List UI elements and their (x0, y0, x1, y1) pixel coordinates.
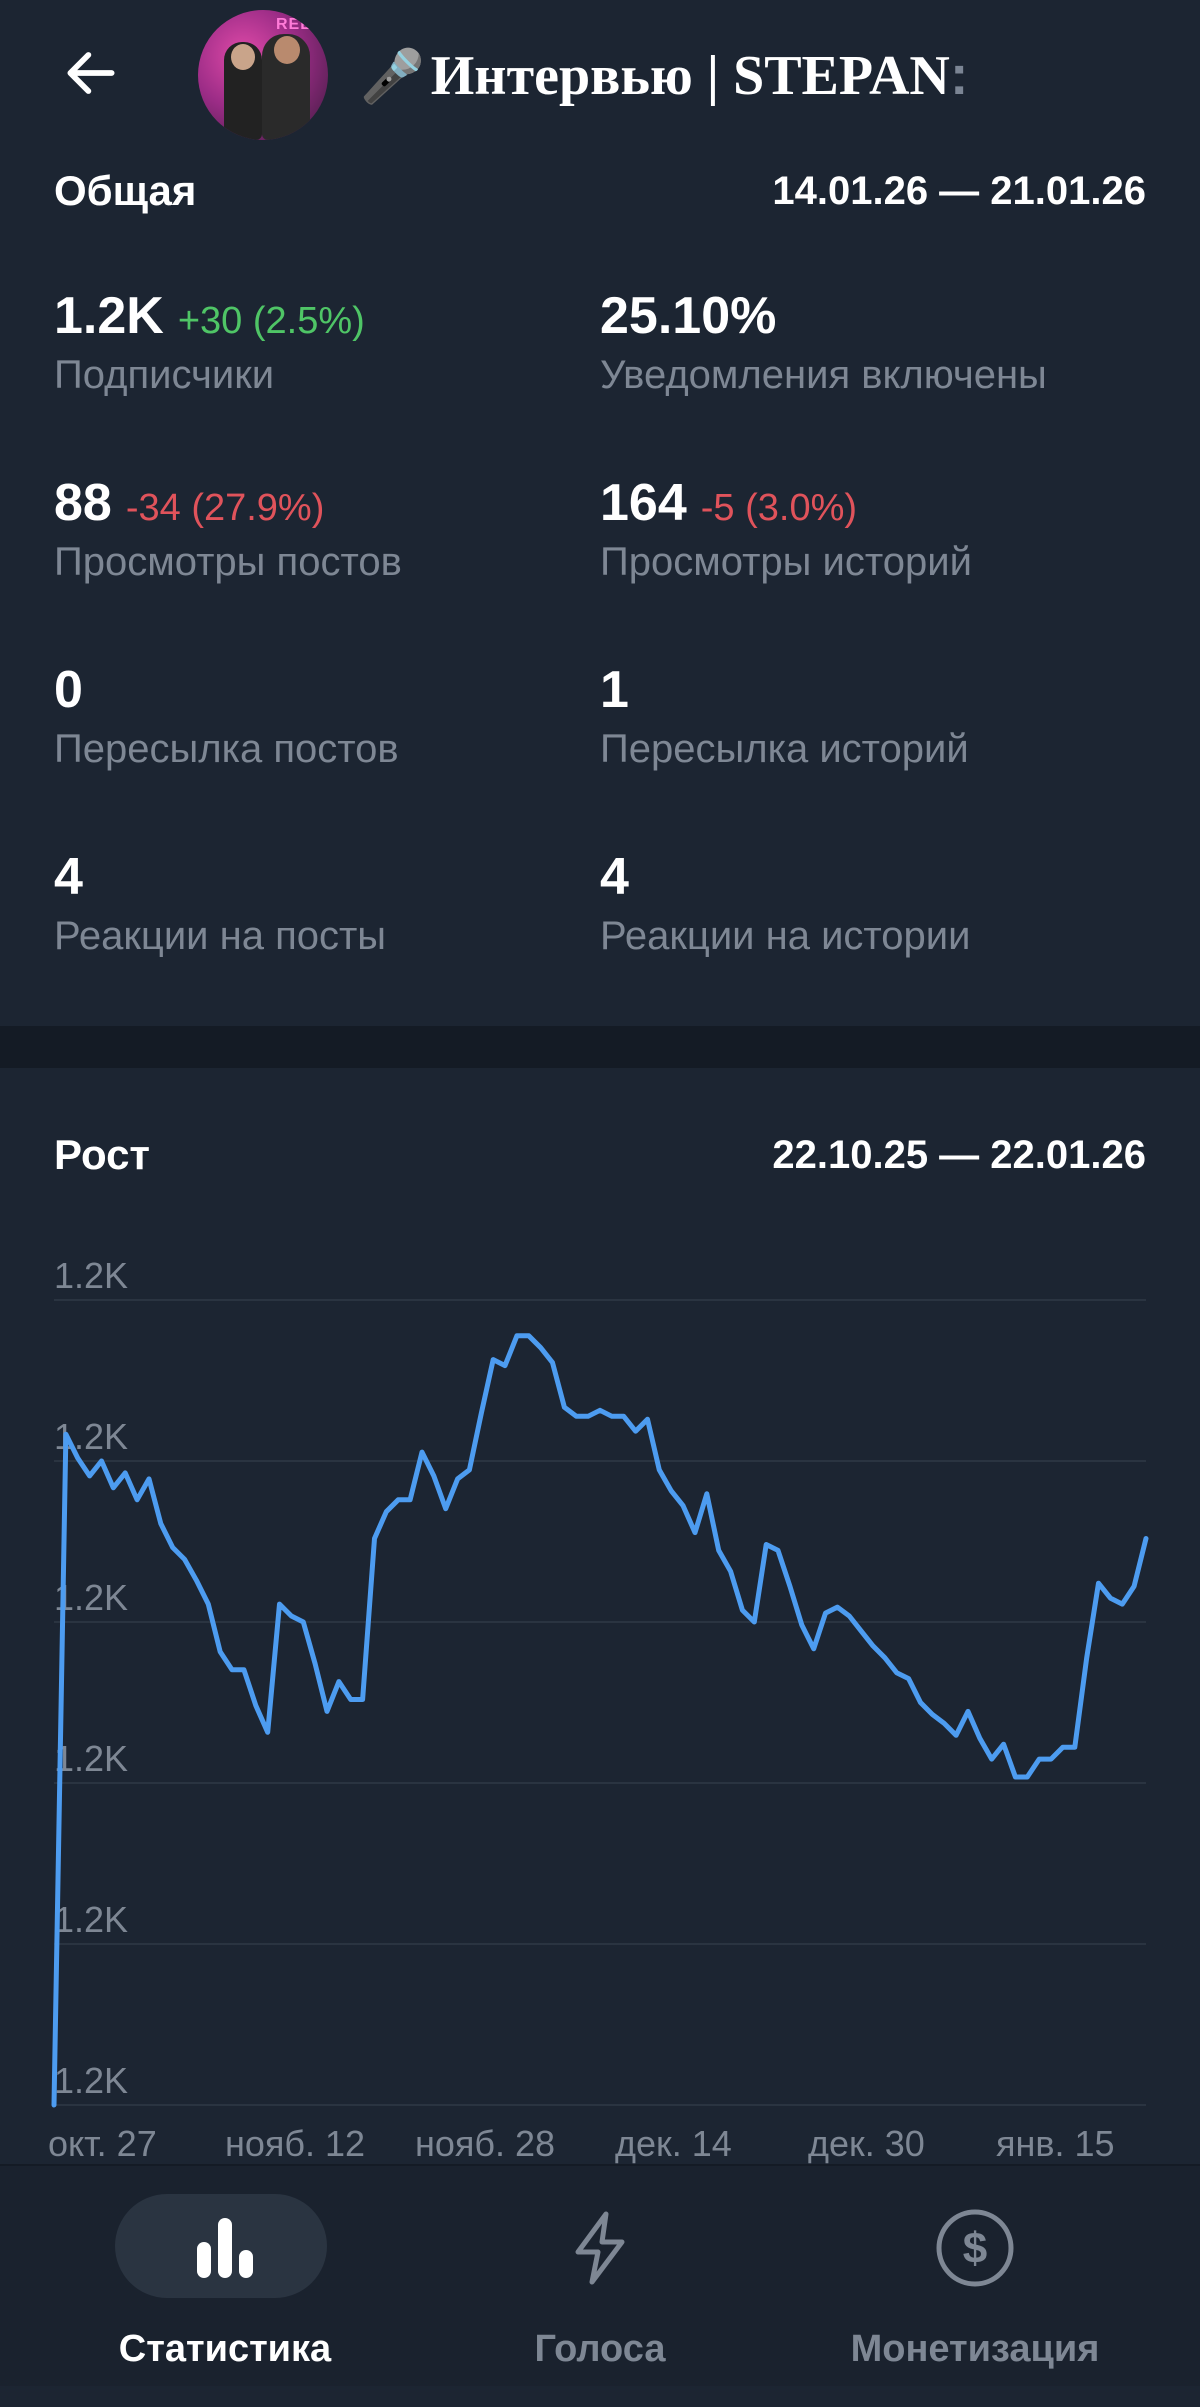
stat-label: Подписчики (54, 353, 275, 397)
stat-value: 1.2K (54, 287, 164, 345)
stat-label: Пересылка постов (54, 727, 399, 771)
stat-value: 88 (54, 474, 112, 532)
overview-title: Общая (54, 167, 197, 214)
microphone-icon: 🎤 (360, 48, 425, 106)
avatar-sign-text: REEL (276, 16, 323, 33)
chart-x-tick-label: дек. 30 (808, 2123, 925, 2164)
channel-title[interactable]: 🎤 Интервью | STEPAN: (360, 40, 969, 110)
chart-y-tick-label: 1.2K (54, 1899, 128, 1940)
arrow-left-icon (67, 52, 115, 94)
stat-label: Просмотры постов (54, 540, 402, 584)
stat-value: 1 (600, 661, 629, 719)
svg-text:$: $ (963, 2224, 987, 2273)
stat-subscribers: 1.2K +30 (2.5%) Подписчики (54, 286, 365, 400)
stat-post-views: 88 -34 (27.9%) Просмотры постов (54, 473, 402, 587)
stat-notifications: 25.10% Уведомления включены (600, 286, 1047, 400)
chart-y-tick-label: 1.2K (54, 1255, 128, 1296)
chart-x-tick-label: окт. 27 (48, 2123, 157, 2164)
overview-date-range: 14.01.26 — 21.01.26 (772, 169, 1146, 213)
stat-story-reactions: 4 Реакции на истории (600, 847, 970, 961)
channel-title-text: Интервью | STEPAN (430, 45, 950, 107)
bar-chart-icon (197, 2218, 253, 2278)
stat-value: 0 (54, 661, 83, 719)
stat-story-views: 164 -5 (3.0%) Просмотры историй (600, 473, 972, 587)
stat-label: Реакции на посты (54, 914, 387, 958)
nav-statistics[interactable]: Статистика (45, 2166, 405, 2386)
chart-x-tick-label: янв. 15 (996, 2123, 1115, 2164)
stat-story-shares: 1 Пересылка историй (600, 660, 969, 774)
stat-post-reactions: 4 Реакции на посты (54, 847, 386, 961)
dollar-coin-icon: $ (936, 2209, 1014, 2287)
section-divider (0, 1026, 1200, 1068)
nav-boosts[interactable]: Голоса (420, 2166, 780, 2386)
stat-post-shares: 0 Пересылка постов (54, 660, 399, 774)
growth-chart[interactable]: 1.2K1.2K1.2K1.2K1.2K1.2K (0, 1220, 1200, 2120)
nav-label: Статистика (118, 2328, 332, 2370)
nav-monetization[interactable]: $ Монетизация (795, 2166, 1155, 2386)
chart-x-tick-label: нояб. 12 (225, 2123, 366, 2164)
stat-value: 4 (600, 848, 629, 906)
chart-series-line (51, 1333, 1149, 2108)
chart-y-tick-label: 1.2K (54, 1738, 128, 1779)
growth-title: Рост (54, 1131, 150, 1178)
avatar-face-right (274, 36, 300, 64)
stat-delta: +30 (2.5%) (177, 300, 365, 342)
lightning-icon (575, 2211, 625, 2285)
stat-value: 164 (600, 474, 687, 532)
nav-label: Монетизация (850, 2328, 1100, 2370)
chart-x-tick-label: нояб. 28 (415, 2123, 556, 2164)
top-bar: REEL 🎤 Интервью | STEPAN: (0, 0, 1200, 150)
channel-avatar[interactable]: REEL (198, 10, 328, 140)
stat-value: 25.10% (600, 287, 777, 345)
chart-y-tick-label: 1.2K (54, 2060, 128, 2101)
stat-label: Реакции на истории (600, 914, 971, 958)
stat-label: Уведомления включены (600, 353, 1047, 397)
nav-label: Голоса (534, 2328, 666, 2370)
stat-label: Пересылка историй (600, 727, 969, 771)
growth-date-range[interactable]: 22.10.25 — 22.01.26 (772, 1130, 1146, 1180)
back-button[interactable] (50, 32, 132, 114)
stat-value: 4 (54, 848, 83, 906)
stat-label: Просмотры историй (600, 540, 972, 584)
channel-title-suffix: : (949, 43, 969, 106)
avatar-face-left (231, 44, 255, 70)
stat-delta: -5 (3.0%) (700, 487, 858, 529)
bottom-navigation: Статистика Голоса $ Монетизация (0, 2164, 1200, 2386)
chart-x-tick-label: дек. 14 (615, 2123, 732, 2164)
stat-delta: -34 (27.9%) (125, 487, 325, 529)
